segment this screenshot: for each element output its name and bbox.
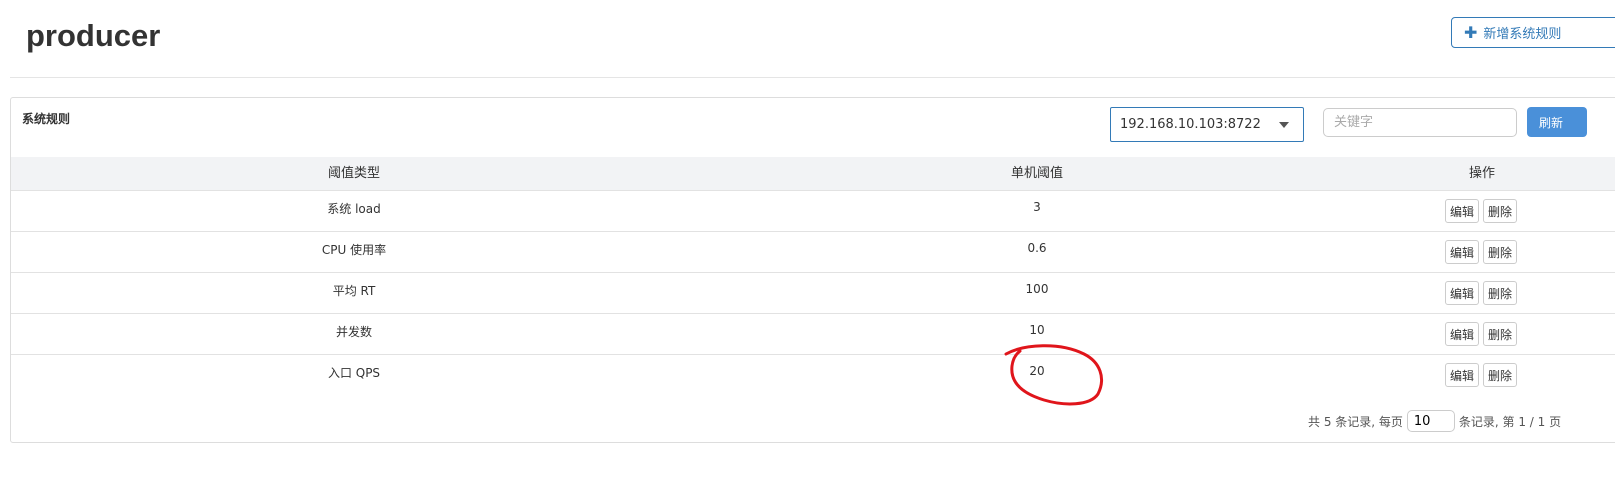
machine-select-value: 192.168.10.103:8722 — [1120, 117, 1261, 132]
threshold-type-cell: CPU 使用率 — [321, 243, 387, 257]
page-size-input[interactable] — [1406, 410, 1455, 432]
table-row: 入口 QPS 20 编辑 删除 — [11, 355, 1615, 395]
threshold-value-cell: 20 — [1029, 364, 1045, 378]
row-actions: 编辑 删除 — [1445, 240, 1518, 264]
edit-button[interactable]: 编辑 — [1445, 240, 1480, 264]
system-rules-panel: 系统规则 192.168.10.103:8722 刷新 阈值类型 单机阈值 操作… — [10, 97, 1615, 443]
add-system-rule-label: 新增系统规则 — [1483, 27, 1562, 42]
threshold-value-cell: 10 — [1029, 323, 1045, 337]
row-actions: 编辑 删除 — [1445, 363, 1518, 387]
caret-down-icon — [1279, 122, 1289, 128]
table-row: 系统 load 3 编辑 删除 — [11, 191, 1615, 232]
table-header: 阈值类型 单机阈值 操作 — [11, 157, 1615, 191]
table-row: 并发数 10 编辑 删除 — [11, 314, 1615, 355]
page-title: producer — [26, 18, 161, 53]
threshold-value-cell: 100 — [1025, 282, 1049, 296]
delete-button[interactable]: 删除 — [1483, 281, 1518, 305]
threshold-value-cell: 3 — [1033, 200, 1041, 214]
column-header-operations: 操作 — [1468, 166, 1495, 181]
keyword-search-input[interactable] — [1323, 108, 1517, 137]
delete-button[interactable]: 删除 — [1483, 240, 1518, 264]
pagination: 共 5 条记录, 每页 条记录, 第 1 / 1 页 — [1308, 410, 1561, 432]
edit-button[interactable]: 编辑 — [1445, 199, 1480, 223]
delete-button[interactable]: 删除 — [1483, 322, 1518, 346]
refresh-button[interactable]: 刷新 — [1527, 107, 1587, 137]
add-system-rule-button[interactable]: ✚ 新增系统规则 — [1451, 17, 1615, 48]
edit-button[interactable]: 编辑 — [1445, 281, 1480, 305]
table-row: 平均 RT 100 编辑 删除 — [11, 273, 1615, 314]
edit-button[interactable]: 编辑 — [1445, 363, 1480, 387]
machine-select[interactable]: 192.168.10.103:8722 — [1110, 107, 1304, 142]
table-row: CPU 使用率 0.6 编辑 删除 — [11, 232, 1615, 273]
delete-button[interactable]: 删除 — [1483, 363, 1518, 387]
pagination-page-info: 条记录, 第 1 / 1 页 — [1458, 414, 1562, 429]
row-actions: 编辑 删除 — [1445, 322, 1518, 346]
row-actions: 编辑 删除 — [1445, 281, 1518, 305]
column-header-threshold-type: 阈值类型 — [327, 166, 380, 181]
threshold-type-cell: 系统 load — [327, 202, 381, 216]
threshold-value-cell: 0.6 — [1027, 241, 1047, 255]
threshold-type-cell: 入口 QPS — [327, 366, 381, 380]
delete-button[interactable]: 删除 — [1483, 199, 1518, 223]
threshold-type-cell: 并发数 — [335, 325, 372, 339]
threshold-type-cell: 平均 RT — [332, 284, 376, 298]
plus-icon: ✚ — [1464, 22, 1478, 42]
pagination-summary: 共 5 条记录, 每页 — [1308, 414, 1403, 429]
rules-table: 阈值类型 单机阈值 操作 系统 load 3 编辑 删除 CPU 使用率 0.6… — [11, 157, 1615, 395]
panel-title: 系统规则 — [22, 112, 71, 126]
row-actions: 编辑 删除 — [1445, 199, 1518, 223]
edit-button[interactable]: 编辑 — [1445, 322, 1480, 346]
column-header-threshold: 单机阈值 — [1010, 166, 1063, 181]
header-divider — [10, 77, 1615, 78]
